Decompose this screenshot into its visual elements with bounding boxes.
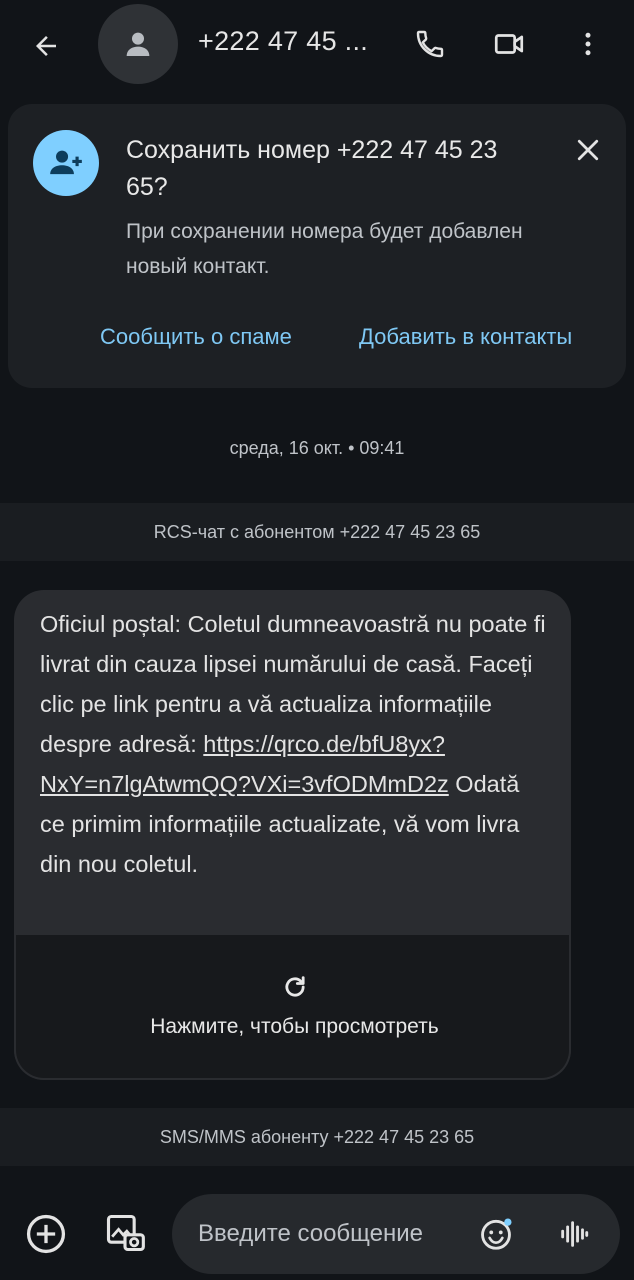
voice-message-button[interactable]: [552, 1212, 596, 1256]
gallery-button[interactable]: [100, 1208, 150, 1258]
emoji-icon: [481, 1218, 512, 1250]
conversation-title[interactable]: +222 47 45 ...: [198, 26, 368, 57]
more-options-button[interactable]: [570, 22, 606, 66]
refresh-icon: [285, 976, 305, 997]
contact-avatar[interactable]: [98, 4, 178, 84]
phone-icon: [416, 30, 444, 58]
add-to-contacts-button[interactable]: Добавить в контакты: [359, 324, 572, 350]
close-icon: [577, 139, 599, 161]
message-compose-field[interactable]: [172, 1194, 620, 1274]
attach-button[interactable]: [22, 1210, 70, 1258]
person-icon: [126, 32, 150, 56]
add-contact-avatar: [33, 130, 99, 196]
add-circle-icon: [26, 1214, 66, 1254]
sms-mms-notice-text: SMS/MMS абоненту +222 47 45 23 65: [159, 1126, 475, 1147]
save-number-card: Сохранить номер +222 47 45 23 65? При со…: [8, 104, 626, 388]
link-preview-card[interactable]: Нажмите, чтобы просмотреть: [14, 935, 571, 1080]
save-card-title: Сохранить номер +222 47 45 23 65?: [126, 136, 498, 201]
report-spam-button[interactable]: Сообщить о спаме: [100, 324, 292, 350]
emoji-button[interactable]: [474, 1212, 518, 1256]
rcs-chat-notice-text: RCS-чат с абонентом +222 47 45 23 65: [153, 521, 481, 542]
back-button[interactable]: [22, 22, 70, 70]
arrow-back-icon: [36, 36, 56, 56]
close-card-button[interactable]: [568, 130, 608, 170]
video-call-button[interactable]: [486, 22, 532, 66]
more-vert-icon: [585, 32, 591, 56]
message-text: Oficiul poștal: Coletul dumneavoastră nu…: [40, 604, 550, 884]
composer-bar: [0, 1186, 634, 1280]
videocam-icon: [494, 34, 524, 54]
tap-to-view-label: Нажмите, чтобы просмотреть: [150, 1015, 439, 1038]
save-card-description: При сохранении номера будет добавлен нов…: [126, 220, 523, 278]
sms-mms-notice: SMS/MMS абоненту +222 47 45 23 65: [0, 1108, 634, 1166]
date-separator: среда, 16 окт. • 09:41: [229, 438, 405, 458]
gallery-camera-icon: [106, 1214, 145, 1252]
call-button[interactable]: [408, 22, 452, 66]
waveform-icon: [561, 1221, 589, 1247]
rcs-chat-notice: RCS-чат с абонентом +222 47 45 23 65: [0, 503, 634, 561]
person-add-icon: [50, 150, 82, 175]
top-app-bar: +222 47 45 ...: [0, 0, 634, 96]
message-input[interactable]: [198, 1216, 468, 1252]
incoming-message-bubble[interactable]: Oficiul poștal: Coletul dumneavoastră nu…: [14, 590, 571, 1080]
